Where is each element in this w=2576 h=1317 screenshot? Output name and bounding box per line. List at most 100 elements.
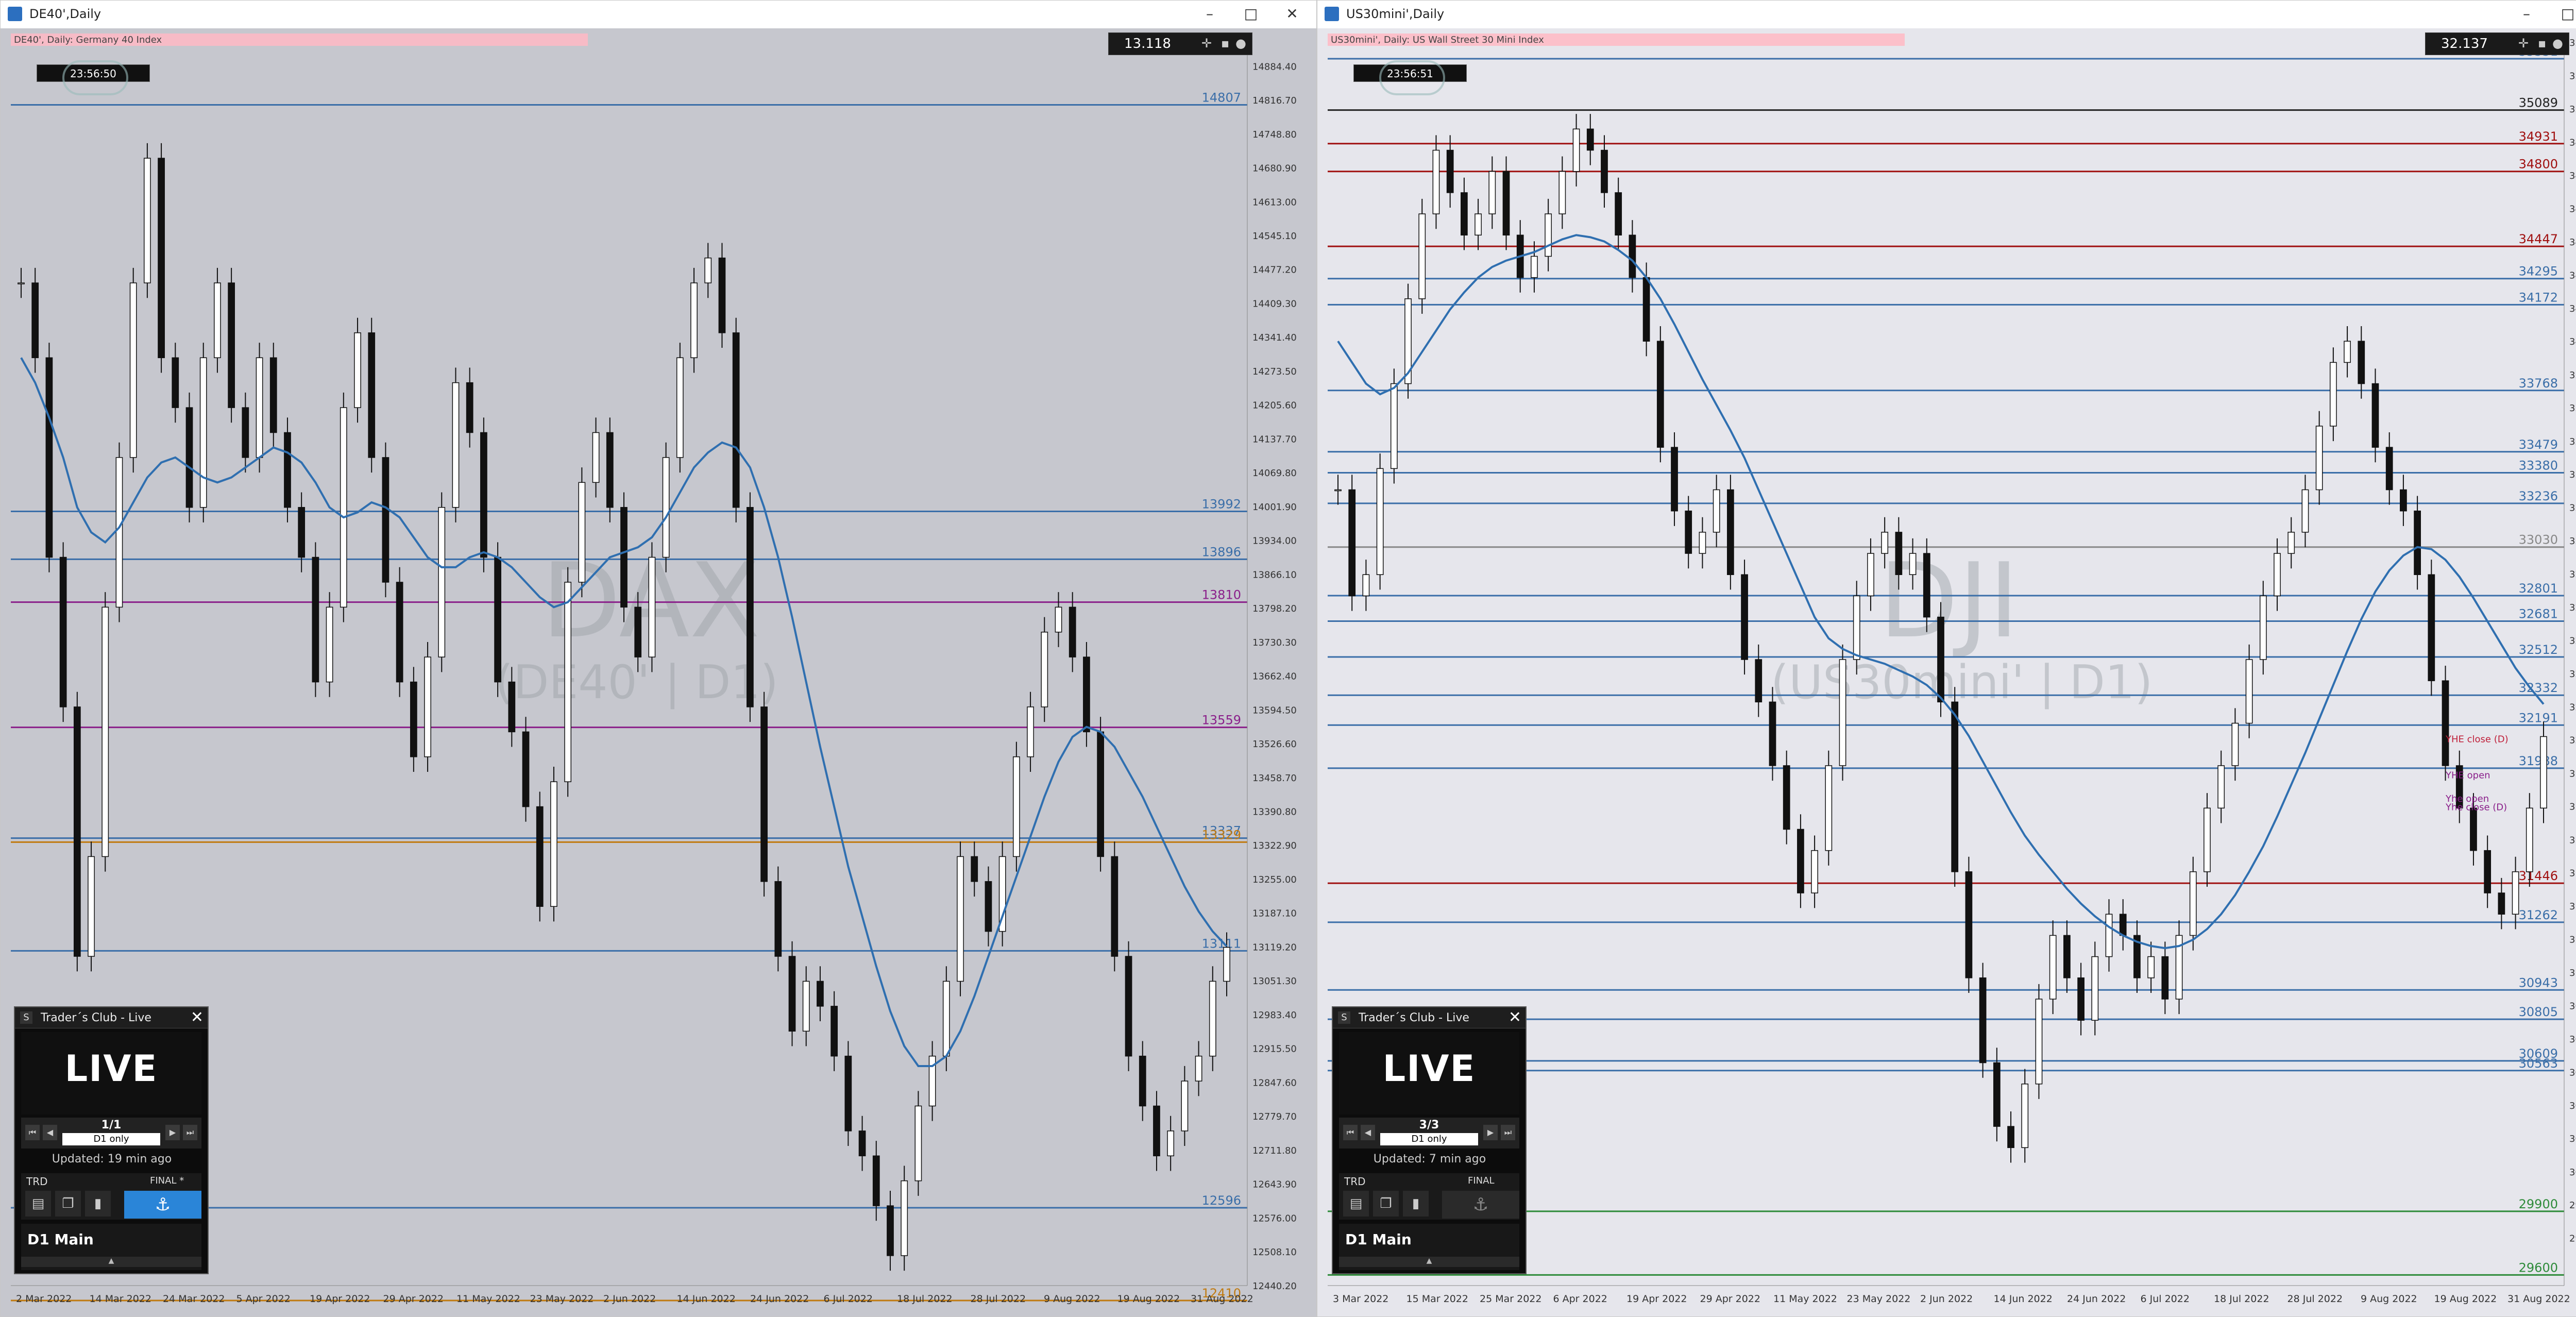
- document-icon[interactable]: ▤: [25, 1191, 51, 1217]
- candle-body: [648, 556, 656, 657]
- x-tick-label: 5 Apr 2022: [236, 1293, 291, 1305]
- panel-title: Trader´s Club - Live: [41, 1011, 151, 1024]
- filter-label[interactable]: D1 only: [1380, 1133, 1478, 1145]
- windows-icon[interactable]: ❐: [1373, 1191, 1399, 1217]
- level-label: 13329: [1202, 828, 1241, 842]
- candle-body: [1139, 1055, 1146, 1107]
- y-tick-label: 14477.20: [1252, 265, 1297, 276]
- chart-window-icon: [1325, 7, 1339, 21]
- y-tick-label: 30244.00: [2569, 1134, 2576, 1144]
- settings-icon[interactable]: ▪: [1221, 36, 1229, 50]
- minimize-icon[interactable]: –: [2513, 4, 2540, 24]
- dax-titlebar[interactable]: DE40',Daily – □ ✕: [1, 1, 1316, 29]
- candle-body: [606, 432, 614, 508]
- next-page-icon[interactable]: ▶: [1483, 1125, 1498, 1140]
- settings-icon[interactable]: ▪: [2538, 36, 2546, 50]
- candle-body: [1783, 765, 1790, 830]
- level-label: 13559: [1202, 713, 1241, 728]
- y-tick-label: 32122.00: [2569, 735, 2576, 746]
- anchor-button[interactable]: ⚓: [1442, 1191, 1519, 1219]
- dji-titlebar[interactable]: US30mini',Daily – □ ✕: [1317, 1, 2576, 29]
- filter-label[interactable]: D1 only: [62, 1133, 160, 1145]
- x-tick-label: 24 Jun 2022: [2067, 1293, 2126, 1305]
- y-tick-label: 12711.80: [1252, 1145, 1297, 1156]
- candle-body: [578, 482, 586, 583]
- candle-body: [914, 1105, 922, 1181]
- candle-body: [1867, 553, 1874, 597]
- prev-page-icon[interactable]: ◀: [43, 1125, 57, 1140]
- y-tick-label: 31026.00: [2569, 968, 2576, 978]
- document-icon[interactable]: ▤: [1343, 1191, 1369, 1217]
- anchor-button[interactable]: ⚓: [124, 1191, 201, 1219]
- y-tick-label: 13934.00: [1252, 536, 1297, 547]
- y-tick-label: 13255.00: [1252, 874, 1297, 885]
- panel-header[interactable]: S Trader´s Club - Live ✕: [1333, 1007, 1526, 1028]
- candle-body: [228, 282, 235, 408]
- candle-body: [2035, 999, 2043, 1085]
- candle-body: [788, 956, 796, 1032]
- battery-icon[interactable]: ▮: [1403, 1191, 1429, 1217]
- globe-icon[interactable]: ●: [1235, 36, 1246, 50]
- candle-body: [1741, 574, 1748, 660]
- y-tick-label: 30713.00: [2569, 1034, 2576, 1045]
- candle-body: [1223, 947, 1230, 982]
- candle-body: [396, 582, 403, 683]
- candle-body: [1825, 765, 1833, 851]
- first-page-icon[interactable]: ⏮: [25, 1125, 40, 1140]
- x-tick-label: 23 May 2022: [530, 1293, 594, 1305]
- crosshair-icon[interactable]: ✛: [2518, 36, 2529, 50]
- level-label: 31446: [2519, 869, 2558, 883]
- minimize-icon[interactable]: –: [1196, 4, 1224, 24]
- panel-close-icon[interactable]: ✕: [1509, 1008, 1521, 1026]
- broker-logo-icon: [62, 60, 128, 95]
- x-tick-label: 6 Jul 2022: [824, 1293, 873, 1305]
- annotation-label: Yhe close (D): [2445, 802, 2507, 813]
- dji-window: US30mini',Daily – □ ✕ US30mini', Daily: …: [1317, 0, 2576, 1317]
- panel-close-icon[interactable]: ✕: [191, 1008, 204, 1026]
- level-label: 13111: [1202, 936, 1241, 951]
- next-page-icon[interactable]: ▶: [165, 1125, 180, 1140]
- y-tick-label: 30400.00: [2569, 1101, 2576, 1111]
- level-label: 33479: [2519, 437, 2558, 452]
- prev-page-icon[interactable]: ◀: [1361, 1125, 1375, 1140]
- maximize-icon[interactable]: □: [2554, 4, 2576, 24]
- candle-body: [592, 432, 600, 483]
- candle-body: [1671, 447, 1678, 512]
- live-banner: LIVE: [1339, 1032, 1519, 1115]
- y-tick-label: 13662.40: [1252, 671, 1297, 682]
- crosshair-icon[interactable]: ✛: [1201, 36, 1212, 50]
- candle-body: [1685, 510, 1692, 554]
- y-tick-label: 13798.20: [1252, 603, 1297, 614]
- dax-price-box[interactable]: 13.118 ✛ ▪ ●: [1108, 32, 1252, 55]
- battery-icon[interactable]: ▮: [85, 1191, 111, 1217]
- y-tick-label: 13390.80: [1252, 807, 1297, 818]
- last-page-icon[interactable]: ⏭: [1501, 1125, 1515, 1140]
- maximize-icon[interactable]: □: [1237, 4, 1265, 24]
- expand-icon[interactable]: ▲: [21, 1257, 201, 1267]
- y-tick-label: 13458.70: [1252, 773, 1297, 784]
- panel-app-icon: S: [20, 1011, 32, 1024]
- globe-icon[interactable]: ●: [2552, 36, 2563, 50]
- windows-icon[interactable]: ❐: [55, 1191, 81, 1217]
- y-tick-label: 33687.00: [2569, 403, 2576, 414]
- candle-body: [2161, 956, 2169, 1000]
- final-label: FINAL *: [150, 1175, 184, 1186]
- first-page-icon[interactable]: ⏮: [1343, 1125, 1358, 1140]
- candle-body: [1726, 489, 1734, 576]
- candle-body: [2217, 765, 2225, 809]
- expand-icon[interactable]: ▲: [1339, 1257, 1519, 1267]
- candle-body: [2484, 850, 2492, 893]
- close-icon[interactable]: ✕: [1278, 4, 1306, 24]
- chart-window-icon: [8, 7, 22, 21]
- last-page-icon[interactable]: ⏭: [183, 1125, 197, 1140]
- panel-header[interactable]: S Trader´s Club - Live ✕: [15, 1007, 208, 1028]
- candle-body: [760, 706, 768, 882]
- candle-body: [2231, 722, 2239, 766]
- candle-body: [2119, 914, 2127, 936]
- y-tick-label: 14409.30: [1252, 298, 1297, 309]
- candle-body: [1881, 532, 1889, 554]
- trade-toolbar: TRD FINAL ▤ ❐ ▮ ⚓: [1339, 1173, 1519, 1220]
- candle-body: [1181, 1080, 1189, 1132]
- dji-price-box[interactable]: 32.137 ✛ ▪ ●: [2425, 32, 2569, 55]
- candle-body: [564, 582, 572, 782]
